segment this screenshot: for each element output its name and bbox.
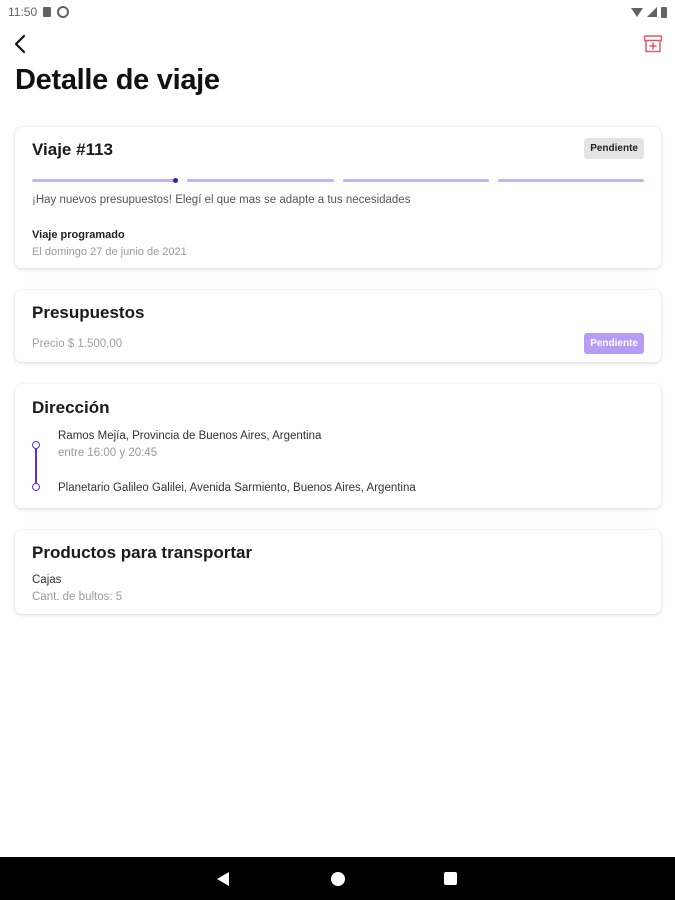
archive-icon (643, 35, 663, 53)
progress-step-3 (342, 179, 489, 182)
address-title: Dirección (32, 398, 110, 417)
signal-icon (647, 7, 657, 17)
destination-address: Planetario Galileo Galilei, Avenida Sarm… (58, 482, 416, 494)
sync-icon (57, 6, 70, 18)
status-bar: 11:50 (0, 0, 675, 24)
trip-progress (32, 178, 644, 183)
trip-card[interactable]: Viaje #113 Pendiente ¡Hay nuevos presupu… (15, 127, 661, 268)
screen: 11:50 Detalle de viaje Viaje #113 Pendie… (0, 0, 675, 900)
app-bar (0, 24, 675, 64)
product-quantity: Cant. de bultos: 5 (32, 591, 123, 603)
schedule-date: El domingo 27 de junio de 2021 (32, 246, 187, 258)
origin-address: Ramos Mejía, Provincia de Buenos Aires, … (58, 430, 322, 442)
destination-dot-icon (32, 483, 40, 491)
route-line (35, 448, 37, 484)
route-icon (32, 441, 40, 491)
budgets-card[interactable]: Presupuestos Precio $ 1.500,00 Pendiente (15, 290, 661, 362)
chevron-left-icon (14, 34, 26, 54)
trip-status-badge: Pendiente (584, 138, 644, 159)
budget-status-badge: Pendiente (584, 333, 644, 354)
budget-price: Precio $ 1.500,00 (32, 338, 123, 350)
sd-card-icon (43, 7, 52, 17)
status-time: 11:50 (8, 5, 38, 19)
back-button[interactable] (6, 30, 34, 58)
product-name: Cajas (32, 574, 62, 586)
products-title: Productos para transportar (32, 543, 253, 562)
progress-step-2 (187, 179, 334, 182)
wifi-icon (631, 7, 643, 17)
origin-dot-icon (32, 441, 40, 449)
trip-message: ¡Hay nuevos presupuestos! Elegí el que m… (32, 194, 411, 206)
progress-step-1 (32, 178, 179, 183)
archive-button[interactable] (639, 30, 667, 58)
budgets-title: Presupuestos (32, 303, 145, 322)
nav-recents-icon[interactable] (444, 872, 457, 885)
battery-icon (661, 6, 667, 18)
nav-home-icon[interactable] (331, 872, 345, 886)
nav-back-icon[interactable] (217, 872, 229, 886)
progress-step-4 (497, 179, 644, 182)
system-nav-bar (0, 857, 675, 900)
status-right (631, 6, 667, 18)
pickup-time-window: entre 16:00 y 20:45 (58, 447, 158, 459)
schedule-label: Viaje programado (32, 229, 125, 241)
page-title: Detalle de viaje (15, 64, 220, 96)
products-card: Productos para transportar Cajas Cant. d… (15, 530, 661, 614)
address-card: Dirección Ramos Mejía, Provincia de Buen… (15, 384, 661, 508)
status-left: 11:50 (8, 5, 70, 19)
trip-title: Viaje #113 (32, 140, 113, 159)
